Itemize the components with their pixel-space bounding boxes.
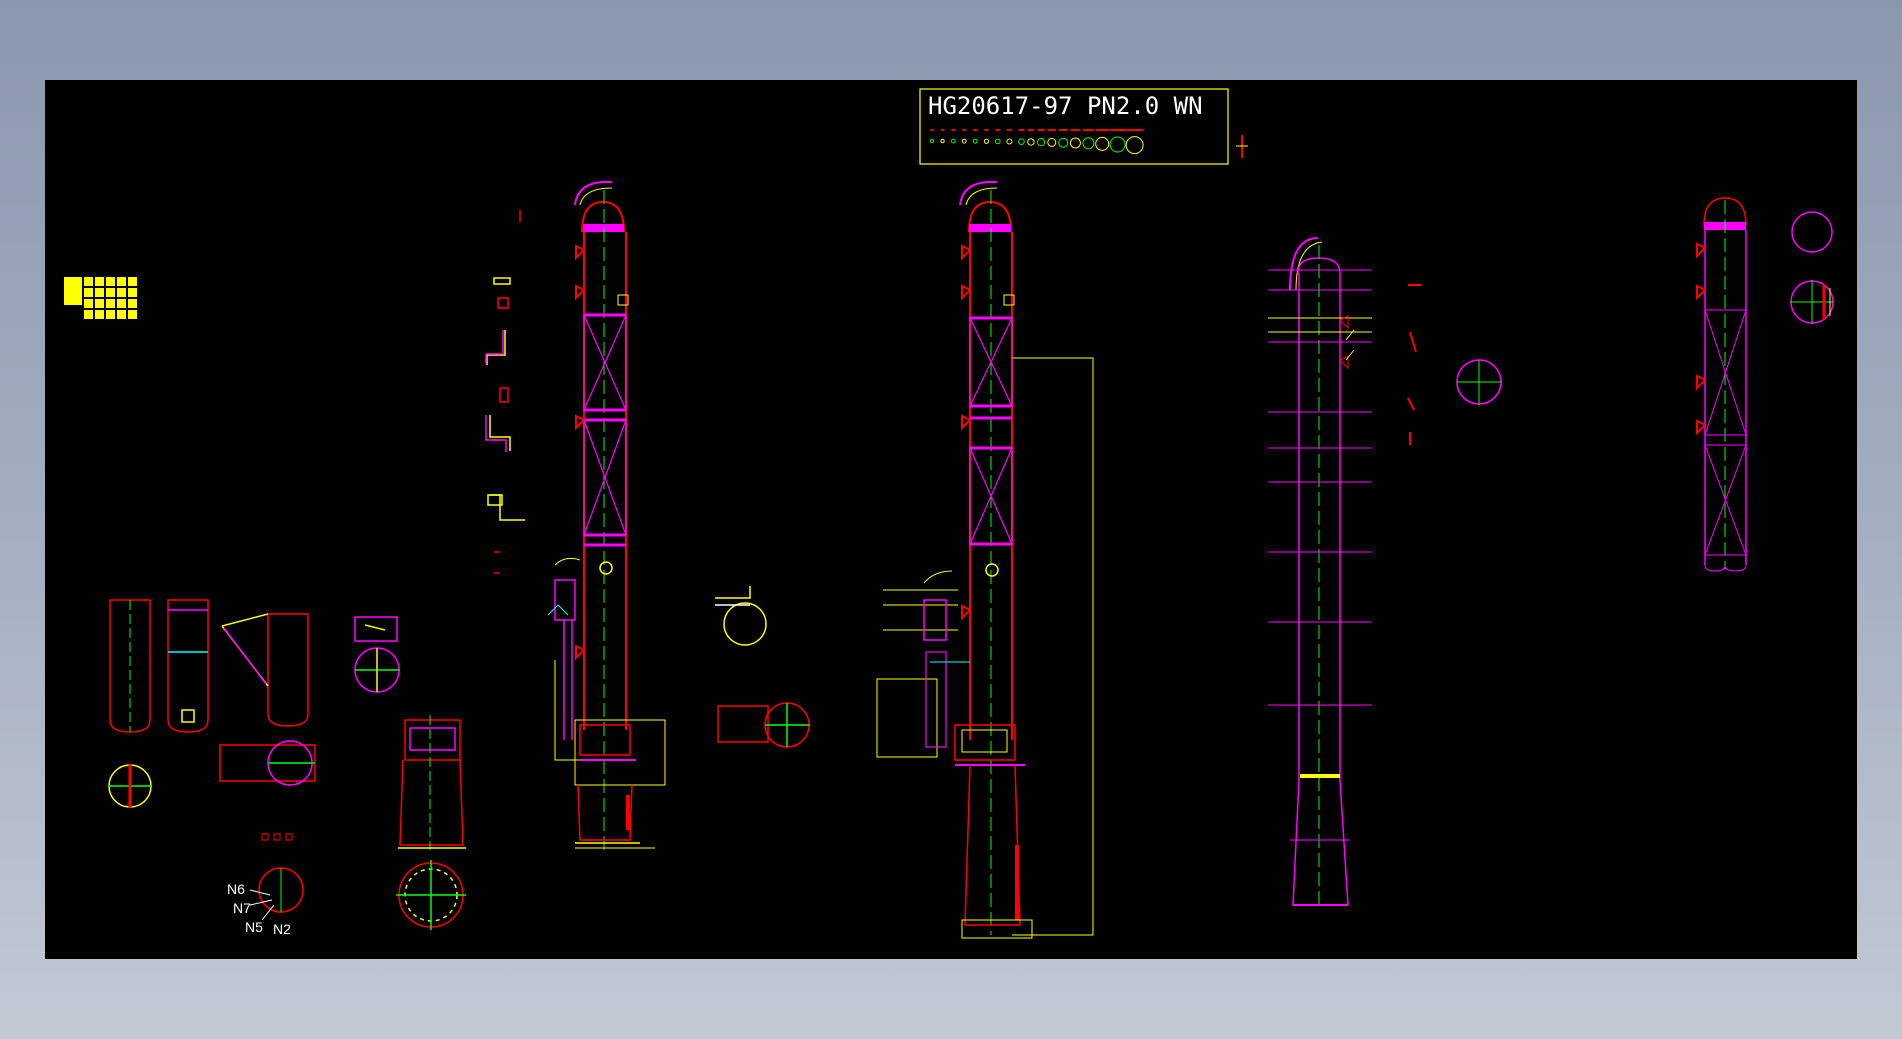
nozzle-label-n6: N6 xyxy=(227,881,245,897)
legend-cell xyxy=(84,310,93,319)
legend-cell xyxy=(84,288,93,297)
drawing-canvas[interactable]: HG20617-97 PN2.0 WN N6 N7 N5 N2 xyxy=(0,0,1902,1039)
legend-cell xyxy=(117,277,126,286)
legend-cell xyxy=(106,299,115,308)
legend-cell xyxy=(95,310,104,319)
legend-cell xyxy=(106,310,115,319)
nozzle-label-n2: N2 xyxy=(273,921,291,937)
nozzle-label-n5: N5 xyxy=(245,919,263,935)
legend-cell xyxy=(106,277,115,286)
cad-viewer[interactable]: HG20617-97 PN2.0 WN N6 N7 N5 N2 xyxy=(0,0,1902,1039)
flange-standard-label: HG20617-97 PN2.0 WN xyxy=(928,92,1203,120)
legend-cell xyxy=(106,288,115,297)
legend-cell xyxy=(117,288,126,297)
legend-cell xyxy=(117,310,126,319)
nozzle-label-n7: N7 xyxy=(233,900,251,916)
legend-cell xyxy=(128,288,137,297)
legend-cell xyxy=(95,277,104,286)
model-space-background xyxy=(45,80,1857,959)
legend-cell xyxy=(128,299,137,308)
legend-cell xyxy=(128,277,137,286)
legend-cell xyxy=(128,310,137,319)
legend-cell xyxy=(117,299,126,308)
legend-cell xyxy=(95,299,104,308)
legend-cell xyxy=(84,277,93,286)
legend-cell xyxy=(95,288,104,297)
legend-cell xyxy=(84,299,93,308)
